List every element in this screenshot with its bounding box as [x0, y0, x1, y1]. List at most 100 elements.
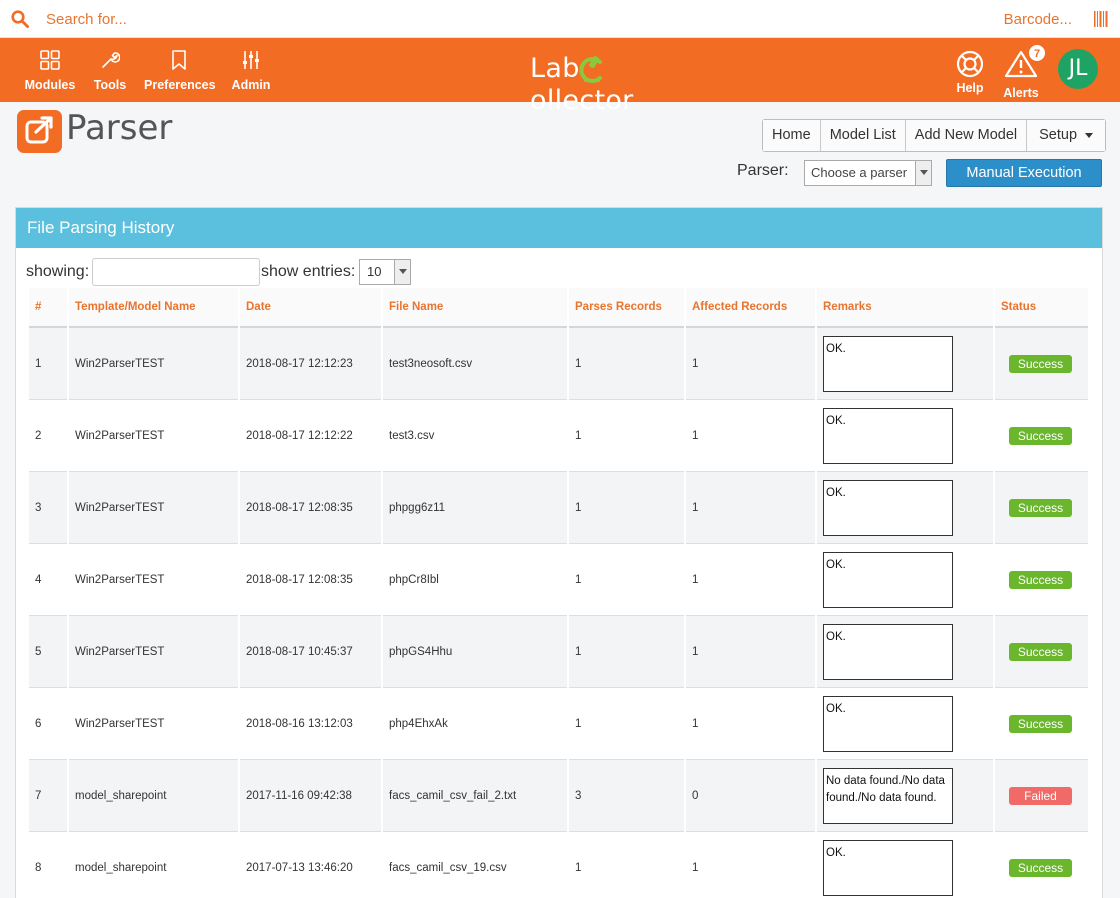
row-affected-records: 0	[686, 760, 815, 832]
row-status-cell: Success	[995, 832, 1088, 898]
row-remarks-cell: OK.	[817, 328, 993, 400]
parser-select[interactable]: Choose a parser	[804, 160, 932, 186]
nav-preferences-label: Preferences	[144, 78, 216, 92]
remarks-textbox[interactable]: OK.	[823, 551, 953, 608]
nav-help-label: Help	[956, 81, 984, 95]
row-date: 2018-08-17 12:12:22	[240, 400, 381, 472]
parser-select-value: Choose a parser	[811, 165, 908, 180]
status-badge: Success	[1009, 642, 1072, 661]
chevron-down-icon	[394, 260, 410, 284]
row-file-name: php4EhxAk	[383, 688, 567, 760]
row-affected-records: 1	[686, 544, 815, 616]
add-new-model-button[interactable]: Add New Model	[905, 120, 1028, 151]
row-affected-records: 1	[686, 688, 815, 760]
col-header-remarks[interactable]: Remarks	[817, 288, 993, 328]
col-header-status[interactable]: Status	[995, 288, 1088, 328]
setup-dropdown[interactable]: Setup	[1027, 120, 1106, 151]
row-number: 6	[29, 688, 67, 760]
status-badge: Success	[1009, 858, 1072, 877]
table-row[interactable]: 7 model_sharepoint 2017-11-16 09:42:38 f…	[29, 760, 1088, 832]
status-badge: Success	[1009, 714, 1072, 733]
bookmark-icon	[172, 50, 186, 70]
row-file-name: test3.csv	[383, 400, 567, 472]
col-header-date[interactable]: Date	[240, 288, 381, 328]
table-header-row: # Template/Model Name Date File Name Par…	[29, 288, 1088, 328]
row-file-name: facs_camil_csv_19.csv	[383, 832, 567, 898]
row-number: 2	[29, 400, 67, 472]
status-badge: Failed	[1009, 786, 1072, 805]
model-list-button[interactable]: Model List	[820, 120, 906, 151]
nav-help[interactable]: Help	[954, 50, 986, 98]
row-status-cell: Success	[995, 688, 1088, 760]
col-header-parses-records[interactable]: Parses Records	[569, 288, 684, 328]
row-model-name: Win2ParserTEST	[69, 328, 238, 400]
row-status-cell: Success	[995, 328, 1088, 400]
nav-preferences[interactable]: Preferences	[144, 50, 216, 98]
nav-modules[interactable]: Modules	[24, 50, 76, 98]
home-button[interactable]: Home	[763, 120, 821, 151]
manual-execution-button[interactable]: Manual Execution	[946, 159, 1102, 187]
row-model-name: model_sharepoint	[69, 832, 238, 898]
col-header-number[interactable]: #	[29, 288, 67, 328]
show-entries-select[interactable]: 10	[359, 259, 411, 285]
col-header-affected-records[interactable]: Affected Records	[686, 288, 815, 328]
row-remarks-cell: OK.	[817, 472, 993, 544]
table-row[interactable]: 4 Win2ParserTEST 2018-08-17 12:08:35 php…	[29, 544, 1088, 616]
row-file-name: facs_camil_csv_fail_2.txt	[383, 760, 567, 832]
alerts-count-badge: 7	[1028, 44, 1046, 62]
table-row[interactable]: 8 model_sharepoint 2017-07-13 13:46:20 f…	[29, 832, 1088, 898]
user-avatar[interactable]: JL	[1058, 49, 1098, 89]
row-number: 8	[29, 832, 67, 898]
nav-admin[interactable]: Admin	[231, 50, 271, 98]
nav-tools-label: Tools	[93, 78, 127, 92]
row-status-cell: Success	[995, 616, 1088, 688]
nav-modules-label: Modules	[24, 78, 76, 92]
col-header-file-name[interactable]: File Name	[383, 288, 567, 328]
col-header-model-name[interactable]: Template/Model Name	[69, 288, 238, 328]
showing-filter-input[interactable]	[92, 258, 260, 286]
parser-app-icon	[17, 110, 62, 153]
status-badge: Success	[1009, 498, 1072, 517]
remarks-textbox[interactable]: OK.	[823, 695, 953, 752]
setup-dropdown-label: Setup	[1039, 127, 1078, 143]
table-row[interactable]: 3 Win2ParserTEST 2018-08-17 12:08:35 php…	[29, 472, 1088, 544]
lifebuoy-icon	[956, 50, 984, 78]
nav-alerts[interactable]: 7 Alerts	[1002, 44, 1046, 100]
row-status-cell: Success	[995, 400, 1088, 472]
nav-alerts-label: Alerts	[1003, 86, 1039, 100]
remarks-textbox[interactable]: OK.	[823, 623, 953, 680]
labcollector-logo[interactable]: Lab ollector	[530, 52, 700, 116]
row-date: 2018-08-17 12:12:23	[240, 328, 381, 400]
barcode-icon[interactable]	[1094, 11, 1108, 27]
remarks-textbox[interactable]: OK.	[823, 839, 953, 896]
wrench-icon	[102, 52, 120, 68]
barcode-link[interactable]: Barcode...	[1004, 11, 1072, 28]
top-navbar: Modules Tools Preferences Admin Lab olle…	[0, 38, 1120, 116]
row-remarks-cell: OK.	[817, 688, 993, 760]
microscope-icon	[579, 55, 602, 83]
search-input[interactable]	[46, 7, 646, 31]
remarks-textbox[interactable]: OK.	[823, 479, 953, 536]
table-row[interactable]: 5 Win2ParserTEST 2018-08-17 10:45:37 php…	[29, 616, 1088, 688]
row-date: 2018-08-17 10:45:37	[240, 616, 381, 688]
nav-tools[interactable]: Tools	[92, 50, 128, 98]
row-parses-records: 1	[569, 832, 684, 898]
row-number: 5	[29, 616, 67, 688]
remarks-textbox[interactable]: OK.	[823, 335, 953, 392]
remarks-textbox[interactable]: No data found./No data found./No data fo…	[823, 767, 953, 824]
table-row[interactable]: 6 Win2ParserTEST 2018-08-16 13:12:03 php…	[29, 688, 1088, 760]
row-file-name: phpgg6z11	[383, 472, 567, 544]
row-remarks-cell: OK.	[817, 400, 993, 472]
row-affected-records: 1	[686, 616, 815, 688]
table-row[interactable]: 2 Win2ParserTEST 2018-08-17 12:12:22 tes…	[29, 400, 1088, 472]
remarks-textbox[interactable]: OK.	[823, 407, 953, 464]
row-model-name: Win2ParserTEST	[69, 400, 238, 472]
search-icon[interactable]	[11, 10, 29, 28]
status-badge: Success	[1009, 570, 1072, 589]
row-model-name: Win2ParserTEST	[69, 616, 238, 688]
row-number: 3	[29, 472, 67, 544]
table-row[interactable]: 1 Win2ParserTEST 2018-08-17 12:12:23 tes…	[29, 328, 1088, 400]
row-model-name: Win2ParserTEST	[69, 544, 238, 616]
search-bar: Barcode...	[0, 0, 1120, 38]
row-status-cell: Success	[995, 472, 1088, 544]
